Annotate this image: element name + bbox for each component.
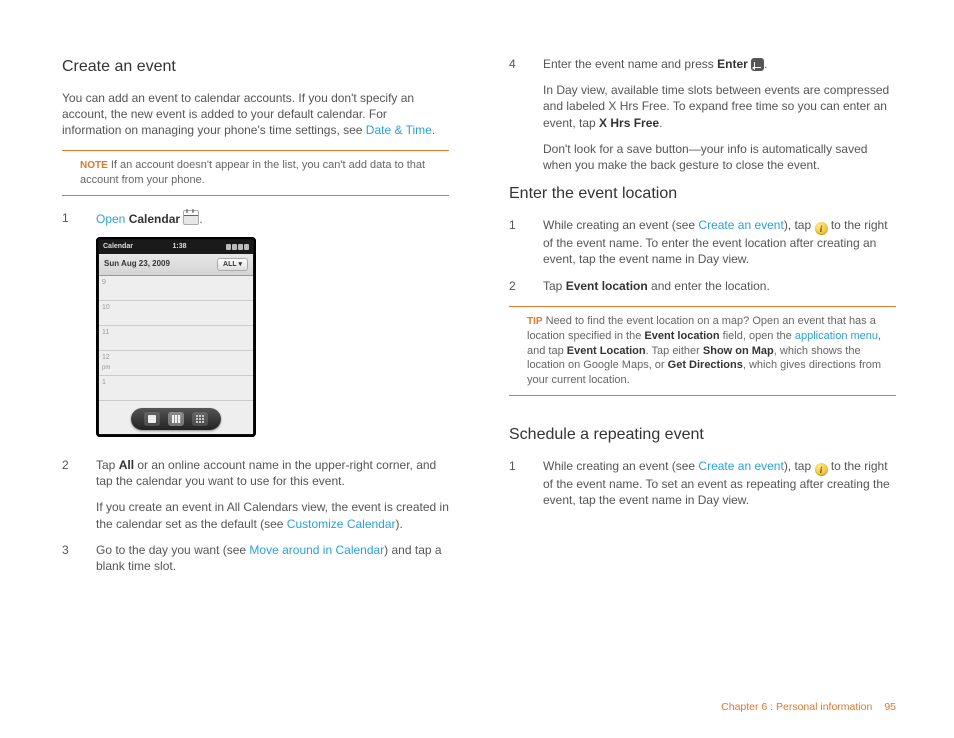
step-1-text: Open Calendar . (96, 210, 449, 227)
page-footer: Chapter 6 : Personal information95 (721, 700, 896, 714)
note-box: NOTE If an account doesn't appear in the… (62, 150, 449, 196)
step-2-text: Tap All or an online account name in the… (96, 457, 449, 489)
phone-screenshot: Calendar 1:38 Sun Aug 23, 2009 ALL ▾ 9 1… (96, 237, 256, 437)
loc-step-1: While creating an event (see Create an e… (543, 217, 896, 268)
link-date-time[interactable]: Date & Time (366, 123, 432, 137)
step-number: 2 (509, 278, 533, 294)
rep-step-1: While creating an event (see Create an e… (543, 458, 896, 509)
step-number: 3 (62, 542, 86, 574)
step-4-text: Enter the event name and press Enter . (543, 56, 896, 72)
step-number: 4 (509, 56, 533, 72)
link-app-menu[interactable]: application menu (795, 330, 878, 342)
step-3-text: Go to the day you want (see Move around … (96, 542, 449, 574)
view-switcher (131, 408, 221, 430)
step-4-text-2: In Day view, available time slots betwee… (543, 82, 896, 131)
heading-create-event: Create an event (62, 56, 449, 78)
link-open[interactable]: Open (96, 212, 125, 226)
link-customize-calendar[interactable]: Customize Calendar (287, 517, 396, 531)
step-number: 2 (62, 457, 86, 532)
link-create-event[interactable]: Create an event (698, 218, 783, 232)
step-4-text-3: Don't look for a save button—your info i… (543, 141, 896, 173)
enter-key-icon (751, 58, 764, 71)
step-number: 1 (509, 458, 533, 509)
tip-box: TIP Need to find the event location on a… (509, 306, 896, 396)
calendar-icon (183, 210, 199, 225)
step-2-text-2: If you create an event in All Calendars … (96, 499, 449, 531)
link-create-event[interactable]: Create an event (698, 459, 783, 473)
heading-enter-location: Enter the event location (509, 183, 896, 205)
info-icon: i (815, 463, 828, 476)
tip-label: TIP (527, 316, 543, 327)
step-number: 1 (62, 210, 86, 447)
all-calendars-button: ALL ▾ (217, 258, 248, 271)
step-number: 1 (509, 217, 533, 268)
intro-text: You can add an event to calendar account… (62, 90, 449, 139)
link-move-around[interactable]: Move around in Calendar (249, 543, 384, 557)
note-label: NOTE (80, 160, 108, 171)
loc-step-2: Tap Event location and enter the locatio… (543, 278, 896, 294)
heading-repeating-event: Schedule a repeating event (509, 424, 896, 446)
info-icon: i (815, 222, 828, 235)
